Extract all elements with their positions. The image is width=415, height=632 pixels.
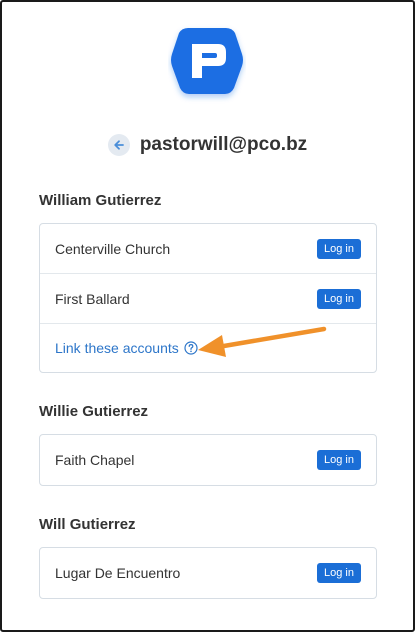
organization-list: Lugar De Encuentro Log in bbox=[39, 547, 377, 599]
organization-list: Faith Chapel Log in bbox=[39, 434, 377, 486]
organization-name: Lugar De Encuentro bbox=[55, 565, 181, 581]
organization-name: Faith Chapel bbox=[55, 452, 135, 468]
link-accounts-link[interactable]: Link these accounts bbox=[55, 340, 179, 356]
back-button[interactable] bbox=[107, 134, 130, 156]
log-in-button[interactable]: Log in bbox=[317, 288, 361, 309]
list-item: Centerville Church Log in bbox=[40, 224, 376, 274]
organization-name: Centerville Church bbox=[55, 240, 171, 257]
list-item: First Ballard Log in bbox=[40, 274, 376, 324]
log-in-button[interactable]: Log in bbox=[317, 563, 361, 583]
person-name: Will Gutierrez bbox=[39, 516, 136, 533]
person-name: William Gutierrez bbox=[39, 192, 162, 209]
log-in-button[interactable]: Log in bbox=[317, 238, 361, 259]
account-header: pastorwill@pco.bz bbox=[0, 130, 415, 160]
list-item: Lugar De Encuentro Log in bbox=[40, 548, 376, 598]
list-item: Faith Chapel Log in bbox=[40, 435, 376, 485]
log-in-button[interactable]: Log in bbox=[317, 450, 361, 470]
person-name: Willie Gutierrez bbox=[39, 403, 149, 420]
planning-center-logo bbox=[171, 28, 243, 94]
arrow-left-icon bbox=[114, 140, 124, 150]
annotation-arrow bbox=[198, 326, 327, 357]
organization-name: First Ballard bbox=[55, 290, 130, 307]
account-email: pastorwill@pco.bz bbox=[139, 134, 308, 155]
